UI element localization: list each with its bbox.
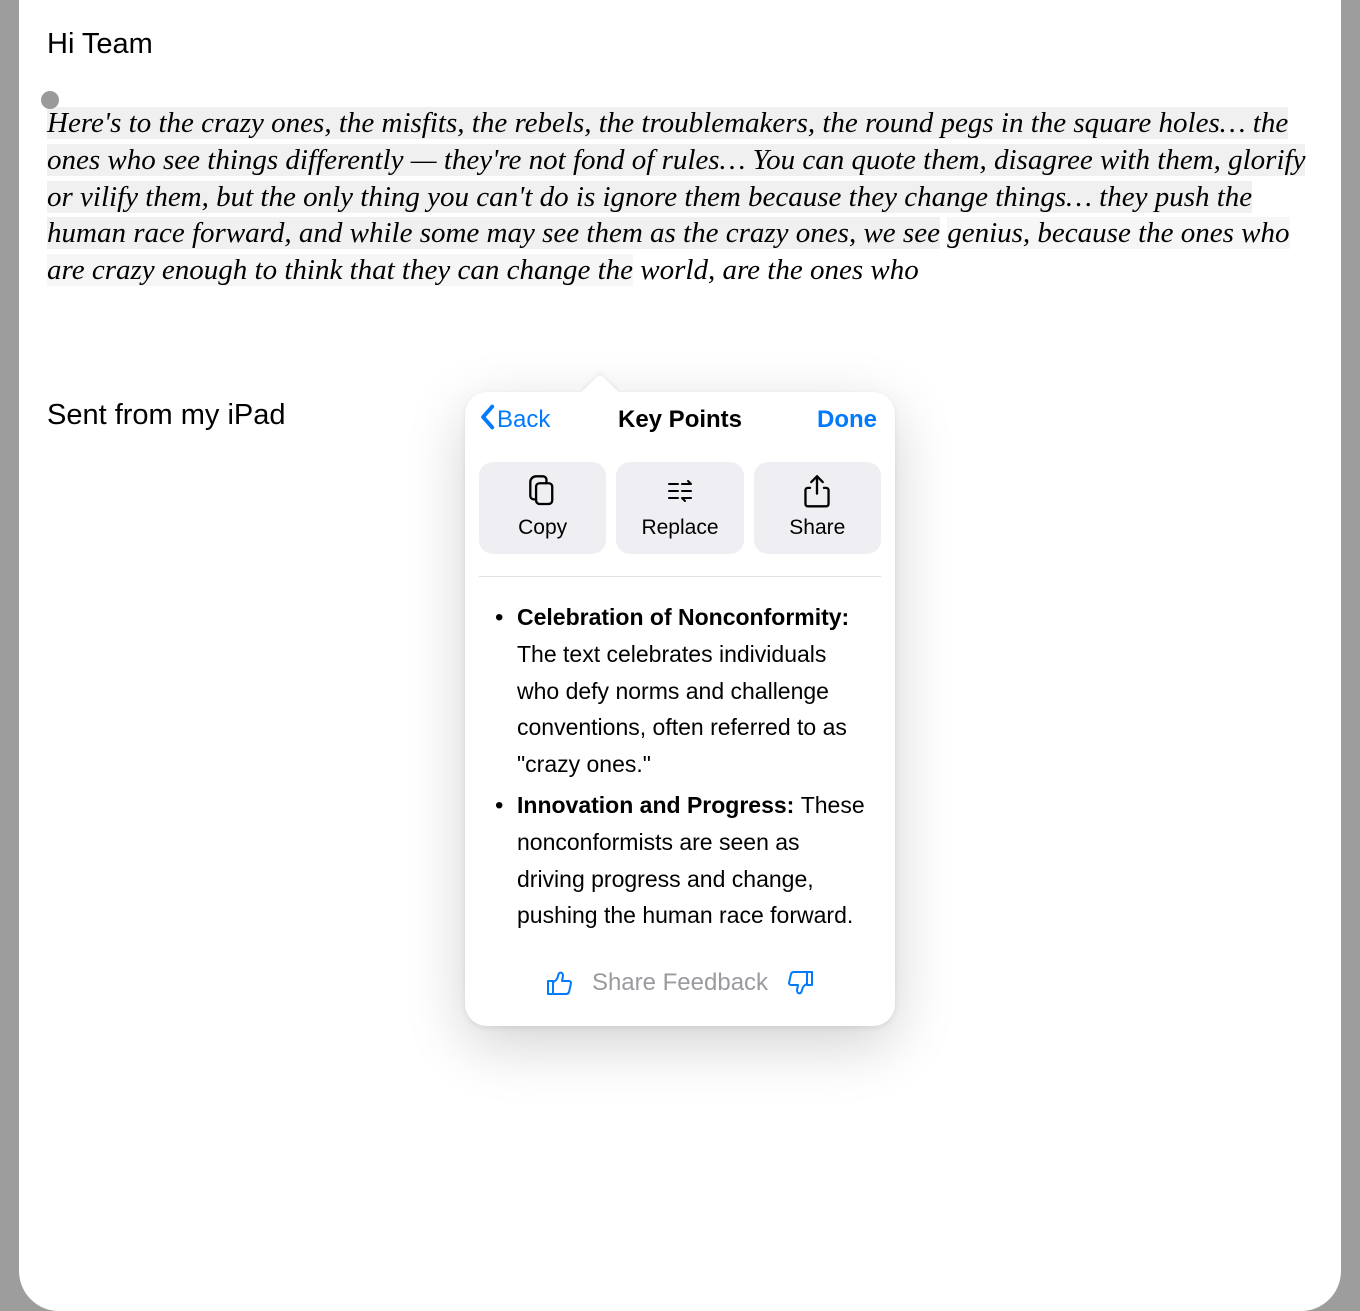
key-point-item: Celebration of Nonconformity: The text c…	[495, 599, 865, 783]
greeting-line: Hi Team	[47, 28, 1313, 61]
key-points-list: Celebration of Nonconformity: The text c…	[465, 577, 895, 968]
selected-quote-block[interactable]: Here's to the crazy ones, the misfits, t…	[47, 105, 1313, 289]
back-button[interactable]: Back	[479, 392, 550, 448]
popover-title: Key Points	[618, 406, 742, 434]
popover-header: Back Key Points Done	[465, 392, 895, 448]
done-button[interactable]: Done	[817, 392, 877, 448]
share-label: Share	[789, 516, 845, 540]
copy-button[interactable]: Copy	[479, 462, 606, 554]
replace-label: Replace	[641, 516, 718, 540]
share-icon	[802, 476, 832, 506]
share-button[interactable]: Share	[754, 462, 881, 554]
chevron-left-icon	[479, 404, 495, 437]
back-label: Back	[497, 406, 550, 434]
key-point-body: The text celebrates individuals who defy…	[517, 641, 847, 777]
replace-icon	[665, 476, 695, 506]
replace-button[interactable]: Replace	[616, 462, 743, 554]
key-points-popover: Back Key Points Done Copy	[465, 392, 895, 1026]
quote-text[interactable]: Here's to the crazy ones, the misfits, t…	[47, 105, 1313, 289]
key-point-title: Celebration of Nonconformity:	[517, 604, 849, 630]
selection-start-handle[interactable]	[41, 91, 59, 109]
feedback-row: Share Feedback	[465, 968, 895, 1026]
thumbs-down-button[interactable]	[786, 968, 816, 998]
action-row: Copy Replace	[465, 448, 895, 576]
key-point-item: Innovation and Progress: These nonconfor…	[495, 787, 865, 934]
copy-label: Copy	[518, 516, 567, 540]
quote-span-c: world, are the ones who	[640, 254, 918, 286]
share-feedback-button[interactable]: Share Feedback	[592, 969, 768, 997]
copy-icon	[528, 476, 558, 506]
key-point-title: Innovation and Progress:	[517, 792, 801, 818]
thumbs-up-button[interactable]	[544, 968, 574, 998]
